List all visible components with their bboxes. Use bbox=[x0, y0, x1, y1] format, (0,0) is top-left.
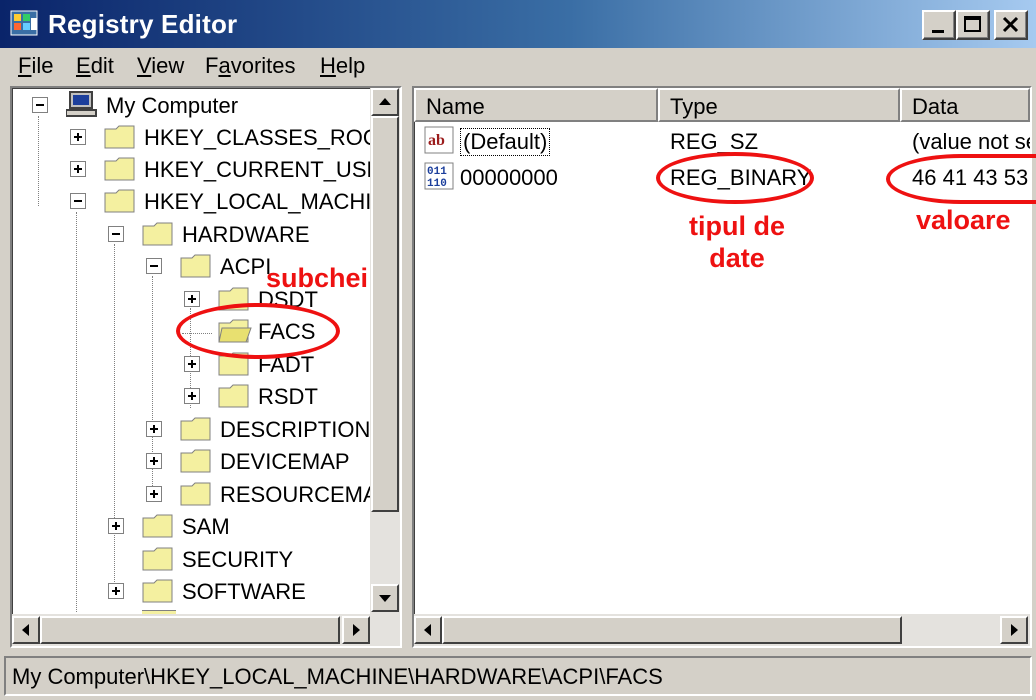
expand-icon[interactable] bbox=[108, 518, 124, 534]
arrow-up-icon bbox=[379, 98, 391, 105]
scroll-left-button[interactable] bbox=[12, 616, 40, 644]
scroll-up-button[interactable] bbox=[371, 88, 399, 116]
tree-node-rsdt[interactable]: RSDT bbox=[20, 381, 380, 411]
svg-text:011: 011 bbox=[427, 166, 447, 178]
collapse-icon[interactable] bbox=[70, 193, 86, 209]
folder-icon bbox=[180, 417, 211, 441]
svg-text:110: 110 bbox=[427, 178, 447, 190]
string-value-icon: ab bbox=[424, 126, 454, 154]
column-header-name[interactable]: Name bbox=[414, 88, 658, 122]
menu-favorites[interactable]: Favorites bbox=[205, 53, 296, 79]
arrow-right-icon bbox=[1011, 624, 1018, 636]
tree-pane[interactable]: My Computer HKEY_CLASSES_ROOT HKEY_CURRE… bbox=[10, 86, 402, 648]
annotation-circle-facs bbox=[176, 303, 340, 359]
status-bar: My Computer\HKEY_LOCAL_MACHINE\HARDWARE\… bbox=[4, 656, 1032, 696]
arrow-right-icon bbox=[353, 624, 360, 636]
folder-icon bbox=[218, 384, 249, 408]
tree-node-software[interactable]: SOFTWARE bbox=[20, 576, 380, 606]
expand-icon[interactable] bbox=[184, 291, 200, 307]
annotation-circle-data bbox=[886, 154, 1036, 204]
folder-icon bbox=[180, 449, 211, 473]
tree-node-devicemap[interactable]: DEVICEMAP bbox=[20, 446, 380, 476]
tree-vertical-scrollbar[interactable] bbox=[370, 88, 400, 614]
maximize-icon bbox=[964, 16, 981, 32]
expand-icon[interactable] bbox=[184, 356, 200, 372]
expand-icon[interactable] bbox=[146, 453, 162, 469]
annotation-subkeys: subchei bbox=[266, 263, 369, 293]
expand-icon[interactable] bbox=[146, 486, 162, 502]
menu-view[interactable]: View bbox=[137, 53, 184, 79]
folder-icon bbox=[104, 125, 135, 149]
tree-node-resourcemap[interactable]: RESOURCEMAP bbox=[20, 479, 372, 509]
minimize-button[interactable] bbox=[922, 10, 956, 40]
scroll-thumb[interactable] bbox=[371, 116, 399, 512]
menu-file[interactable]: File bbox=[18, 53, 53, 79]
registry-editor-icon bbox=[10, 10, 38, 36]
menu-help[interactable]: Help bbox=[320, 53, 365, 79]
tree-node-hardware[interactable]: HARDWARE bbox=[20, 219, 380, 249]
maximize-button[interactable] bbox=[956, 10, 990, 40]
column-header-type[interactable]: Type bbox=[658, 88, 900, 122]
scroll-left-button[interactable] bbox=[414, 616, 442, 644]
expand-icon[interactable] bbox=[184, 388, 200, 404]
svg-text:ab: ab bbox=[428, 132, 445, 149]
minimize-icon bbox=[932, 30, 944, 33]
menu-bar: File Edit View Favorites Help bbox=[0, 48, 1036, 86]
list-horizontal-scrollbar[interactable] bbox=[414, 614, 1030, 646]
close-icon bbox=[1002, 16, 1019, 33]
tree-node-hkey-classes-root[interactable]: HKEY_CLASSES_ROOT bbox=[20, 122, 393, 152]
collapse-icon[interactable] bbox=[32, 97, 48, 113]
registry-editor-window: Registry Editor File Edit View Favorites… bbox=[0, 0, 1036, 700]
arrow-left-icon bbox=[22, 624, 29, 636]
folder-icon bbox=[142, 222, 173, 246]
window-title: Registry Editor bbox=[48, 9, 238, 39]
binary-value-icon: 011 110 bbox=[424, 162, 454, 190]
folder-icon bbox=[142, 579, 173, 603]
arrow-down-icon bbox=[379, 595, 391, 602]
tree-horizontal-scrollbar[interactable] bbox=[12, 614, 400, 646]
annotation-data-type: tipul de date bbox=[689, 211, 785, 273]
collapse-icon[interactable] bbox=[146, 258, 162, 274]
tree-node-my-computer[interactable]: My Computer bbox=[20, 90, 380, 120]
tree-node-hkey-current-user[interactable]: HKEY_CURRENT_USER bbox=[20, 154, 397, 184]
tree-node-security[interactable]: SECURITY bbox=[20, 544, 380, 574]
expand-icon[interactable] bbox=[146, 421, 162, 437]
collapse-icon[interactable] bbox=[108, 226, 124, 242]
folder-icon bbox=[180, 482, 211, 506]
tree-node-hkey-local-machine[interactable]: HKEY_LOCAL_MACHINE bbox=[20, 186, 380, 216]
title-bar[interactable]: Registry Editor bbox=[0, 0, 1036, 48]
annotation-circle-type bbox=[656, 152, 814, 204]
column-header-data[interactable]: Data bbox=[900, 88, 1030, 122]
folder-icon bbox=[180, 254, 211, 278]
folder-icon bbox=[104, 189, 135, 213]
folder-icon bbox=[142, 514, 173, 538]
folder-icon bbox=[142, 547, 173, 571]
scroll-down-button[interactable] bbox=[371, 584, 399, 612]
folder-icon bbox=[104, 157, 135, 181]
scroll-right-button[interactable] bbox=[342, 616, 370, 644]
close-button[interactable] bbox=[994, 10, 1028, 40]
computer-icon bbox=[66, 91, 97, 117]
tree-node-sam[interactable]: SAM bbox=[20, 511, 380, 541]
expand-icon[interactable] bbox=[70, 161, 86, 177]
menu-edit[interactable]: Edit bbox=[76, 53, 114, 79]
tree-node-description[interactable]: DESCRIPTION bbox=[20, 414, 380, 444]
annotation-value: valoare bbox=[916, 205, 1011, 235]
scroll-thumb[interactable] bbox=[442, 616, 902, 644]
arrow-left-icon bbox=[424, 624, 431, 636]
scroll-right-button[interactable] bbox=[1000, 616, 1028, 644]
expand-icon[interactable] bbox=[108, 583, 124, 599]
scroll-thumb[interactable] bbox=[40, 616, 340, 644]
expand-icon[interactable] bbox=[70, 129, 86, 145]
tree-node-fadt[interactable]: FADT bbox=[20, 349, 380, 379]
